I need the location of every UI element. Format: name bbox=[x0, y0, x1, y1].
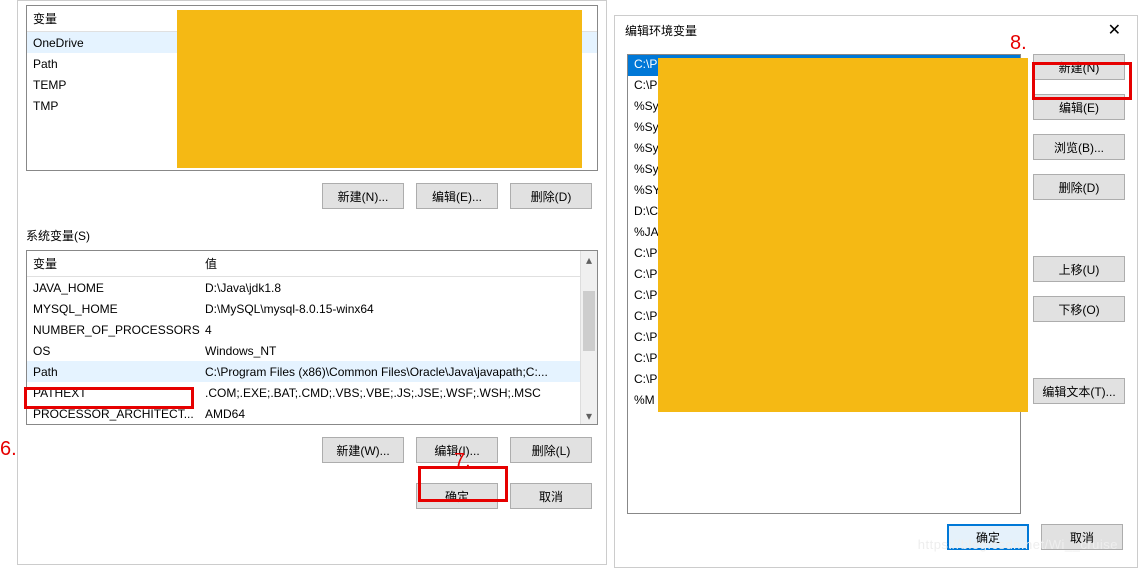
sys-var-row[interactable]: NUMBER_OF_PROCESSORS4 bbox=[27, 319, 580, 340]
sys-edit-button[interactable]: 编辑(I)... bbox=[416, 437, 498, 463]
dialog-title: 编辑环境变量 bbox=[625, 22, 1102, 39]
col-variable: 变量 bbox=[27, 251, 199, 276]
sys-vars-header: 变量 值 bbox=[27, 251, 580, 277]
user-edit-button[interactable]: 编辑(E)... bbox=[416, 183, 498, 209]
path-edit-button[interactable]: 编辑(E) bbox=[1033, 94, 1125, 120]
dialog-titlebar: 编辑环境变量 ✕ bbox=[615, 16, 1137, 44]
cancel-button[interactable]: 取消 bbox=[510, 483, 592, 509]
redaction-mask bbox=[177, 10, 582, 168]
sys-var-row-path[interactable]: PathC:\Program Files (x86)\Common Files\… bbox=[27, 361, 580, 382]
system-vars-listbox[interactable]: 变量 值 JAVA_HOMED:\Java\jdk1.8 MYSQL_HOMED… bbox=[26, 250, 598, 425]
user-delete-button[interactable]: 删除(D) bbox=[510, 183, 592, 209]
user-new-button[interactable]: 新建(N)... bbox=[322, 183, 404, 209]
path-edit-buttons: 新建(N) 编辑(E) 浏览(B)... 删除(D) 上移(U) 下移(O) 编… bbox=[1033, 54, 1125, 514]
col-variable: 变量 bbox=[27, 6, 175, 31]
annotation-6: 6. bbox=[0, 438, 17, 461]
sys-var-row[interactable]: OSWindows_NT bbox=[27, 340, 580, 361]
user-vars-listbox[interactable]: 变量 值 OneDrive Path TEMP TMP bbox=[26, 5, 598, 171]
path-movedown-button[interactable]: 下移(O) bbox=[1033, 296, 1125, 322]
sys-new-button[interactable]: 新建(W)... bbox=[322, 437, 404, 463]
path-delete-button[interactable]: 删除(D) bbox=[1033, 174, 1125, 200]
sys-var-row[interactable]: PROCESSOR_ARCHITECT...AMD64 bbox=[27, 403, 580, 424]
close-icon[interactable]: ✕ bbox=[1102, 18, 1127, 42]
scroll-down-icon[interactable]: ▾ bbox=[581, 407, 597, 424]
sys-var-row[interactable]: JAVA_HOMED:\Java\jdk1.8 bbox=[27, 277, 580, 298]
env-vars-dialog: 变量 值 OneDrive Path TEMP TMP 新建(N)... 编辑(… bbox=[17, 0, 607, 565]
sys-var-row[interactable]: PATHEXT.COM;.EXE;.BAT;.CMD;.VBS;.VBE;.JS… bbox=[27, 382, 580, 403]
ok-button[interactable]: 确定 bbox=[947, 524, 1029, 550]
scroll-thumb[interactable] bbox=[583, 291, 595, 351]
ok-button[interactable]: 确定 bbox=[416, 483, 498, 509]
cancel-button[interactable]: 取消 bbox=[1041, 524, 1123, 550]
col-value: 值 bbox=[199, 251, 580, 276]
sys-delete-button[interactable]: 删除(L) bbox=[510, 437, 592, 463]
edit-env-var-dialog: 编辑环境变量 ✕ C:\P C:\P %Sy %Sy %Sy %Sy %SY D… bbox=[614, 15, 1138, 568]
dialog-ok-cancel: 确定 取消 bbox=[18, 475, 606, 509]
dialog-ok-cancel: 确定 取消 bbox=[615, 518, 1137, 550]
path-browse-button[interactable]: 浏览(B)... bbox=[1033, 134, 1125, 160]
path-moveup-button[interactable]: 上移(U) bbox=[1033, 256, 1125, 282]
sys-var-row[interactable]: MYSQL_HOMED:\MySQL\mysql-8.0.15-winx64 bbox=[27, 298, 580, 319]
path-values-listbox[interactable]: C:\P C:\P %Sy %Sy %Sy %Sy %SY D:\C %JA C… bbox=[627, 54, 1021, 514]
system-vars-label: 系统变量(S) bbox=[18, 221, 606, 250]
scroll-up-icon[interactable]: ▴ bbox=[581, 251, 597, 268]
path-new-button[interactable]: 新建(N) bbox=[1033, 54, 1125, 80]
path-edittext-button[interactable]: 编辑文本(T)... bbox=[1033, 378, 1125, 404]
system-vars-buttons: 新建(W)... 编辑(I)... 删除(L) bbox=[18, 425, 606, 475]
redaction-mask bbox=[658, 58, 1028, 412]
scrollbar[interactable]: ▴ ▾ bbox=[580, 251, 597, 424]
user-vars-buttons: 新建(N)... 编辑(E)... 删除(D) bbox=[18, 171, 606, 221]
